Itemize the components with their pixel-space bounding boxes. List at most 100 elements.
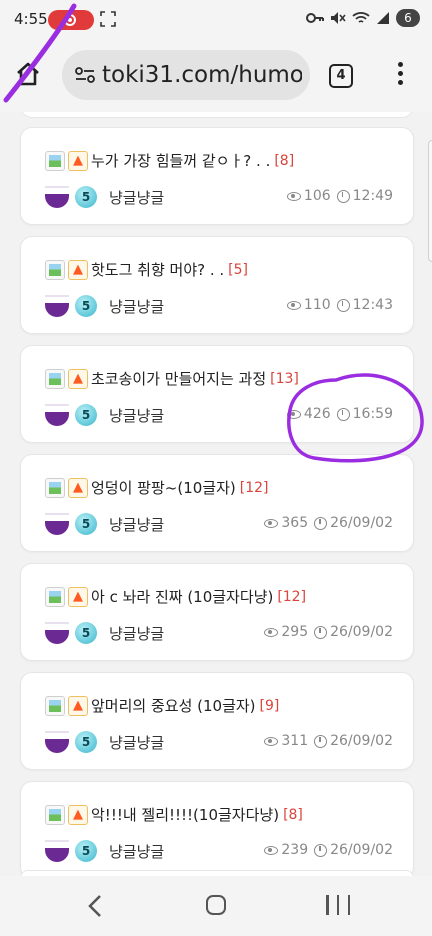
list-item[interactable]: ▲ 앞머리의 중요성 (10글자) [9] 5 냥글냥글 311 26/09/0… [20,672,414,770]
eye-icon [264,845,279,855]
list-item[interactable]: ▲ 핫도그 취향 머야? . . [5] 5 냥글냥글 110 12:43 [20,236,414,334]
fire-icon: ▲ [68,368,88,389]
post-title[interactable]: 누가 가장 힘들꺼 같ㅇㅏ? . . [91,150,270,171]
author-name[interactable]: 냥글냥글 [109,514,164,535]
post-title[interactable]: 핫도그 취향 머야? . . [91,259,224,280]
eye-icon [264,518,279,528]
image-icon [45,259,65,280]
view-count: 365 [281,515,309,531]
fire-icon: ▲ [68,804,88,825]
clock-icon [314,516,328,530]
eye-icon [264,736,279,746]
key-icon [306,13,324,23]
fire-icon: ▲ [68,586,88,607]
post-list: ▲ 누가 가장 힘들꺼 같ㅇㅏ? . . [8] 5 냥글냥글 106 12:4… [0,112,432,876]
view-count: 106 [303,188,331,204]
author-name[interactable]: 냥글냥글 [109,623,164,644]
author-name[interactable]: 냥글냥글 [109,405,164,426]
address-bar[interactable]: toki31.com/humo [62,50,310,100]
list-item[interactable]: ▲ 초코송이가 만들어지는 과정 [13] 5 냥글냥글 426 16:59 [20,345,414,443]
view-count: 426 [303,406,331,422]
clock-icon [336,407,350,421]
post-time: 26/09/02 [330,842,393,858]
url-text[interactable]: toki31.com/humo [102,62,302,88]
battery-icon: 6 [396,9,420,27]
avatar [45,622,69,644]
author-name[interactable]: 냥글냥글 [109,841,164,862]
home-icon[interactable] [14,60,42,88]
comment-count: [13] [270,370,299,387]
post-title[interactable]: 엉덩이 팡팡~(10글자) [91,477,236,498]
clock-icon [336,298,350,312]
level-badge: 5 [75,840,97,862]
avatar [45,295,69,317]
post-title[interactable]: 초코송이가 만들어지는 과정 [91,368,266,389]
post-time: 26/09/02 [330,515,393,531]
post-time: 26/09/02 [330,624,393,640]
focus-frame-icon [100,11,116,27]
avatar [45,186,69,208]
site-settings-icon[interactable] [74,66,96,84]
fire-icon: ▲ [68,150,88,171]
fire-icon: ▲ [68,259,88,280]
post-title[interactable]: 악!!!내 젤리!!!!(10글자다냥) [91,804,279,825]
screen-record-icon[interactable] [48,10,94,30]
view-count: 295 [281,624,309,640]
back-icon[interactable] [86,894,106,918]
avatar [45,731,69,753]
signal-icon [377,12,389,24]
wifi-icon [352,12,370,23]
level-badge: 5 [75,513,97,535]
browser-toolbar: toki31.com/humo 4 [0,40,432,112]
post-time: 26/09/02 [330,733,393,749]
level-badge: 5 [75,186,97,208]
tab-switcher-button[interactable]: 4 [329,64,353,88]
system-nav-bar [0,876,432,936]
level-badge: 5 [75,622,97,644]
post-title[interactable]: 앞머리의 중요성 (10글자) [91,695,256,716]
clock-icon [314,843,328,857]
more-menu-icon[interactable] [394,62,406,88]
clock-icon [336,189,350,203]
mute-icon [331,12,346,24]
post-time: 16:59 [352,406,393,422]
comment-count: [9] [259,697,280,714]
view-count: 239 [281,842,309,858]
level-badge: 5 [75,404,97,426]
recents-icon[interactable] [326,895,350,915]
author-name[interactable]: 냥글냥글 [109,296,164,317]
comment-count: [5] [228,261,249,278]
scrollbar-handle[interactable] [428,140,432,262]
post-title[interactable]: 아 c 놔라 진짜 (10글자다냥) [91,586,273,607]
list-item[interactable]: ▲ 엉덩이 팡팡~(10글자) [12] 5 냥글냥글 365 26/09/02 [20,454,414,552]
image-icon [45,804,65,825]
avatar [45,840,69,862]
author-name[interactable]: 냥글냥글 [109,732,164,753]
view-count: 311 [281,733,309,749]
avatar [45,513,69,535]
list-item[interactable]: ▲ 악!!!내 젤리!!!!(10글자다냥) [8] 5 냥글냥글 239 26… [20,781,414,876]
level-badge: 5 [75,731,97,753]
status-icons: 6 [306,9,420,27]
list-item-partial[interactable] [20,112,414,118]
list-item[interactable]: ▲ 아 c 놔라 진짜 (10글자다냥) [12] 5 냥글냥글 295 26/… [20,563,414,661]
comment-count: [12] [239,479,269,496]
view-count: 110 [303,297,331,313]
home-nav-icon[interactable] [206,895,226,915]
comment-count: [8] [274,152,295,169]
post-time: 12:43 [352,297,393,313]
level-badge: 5 [75,295,97,317]
post-time: 12:49 [352,188,393,204]
avatar [45,404,69,426]
fire-icon: ▲ [68,477,88,498]
eye-icon [286,409,301,419]
fire-icon: ▲ [68,695,88,716]
clock-icon [314,734,328,748]
comment-count: [12] [277,588,307,605]
list-item[interactable]: ▲ 누가 가장 힘들꺼 같ㅇㅏ? . . [8] 5 냥글냥글 106 12:4… [20,127,414,225]
status-time: 4:55 [14,10,48,28]
comment-count: [8] [283,806,303,823]
eye-icon [286,300,301,310]
eye-icon [264,627,279,637]
author-name[interactable]: 냥글냥글 [109,187,164,208]
